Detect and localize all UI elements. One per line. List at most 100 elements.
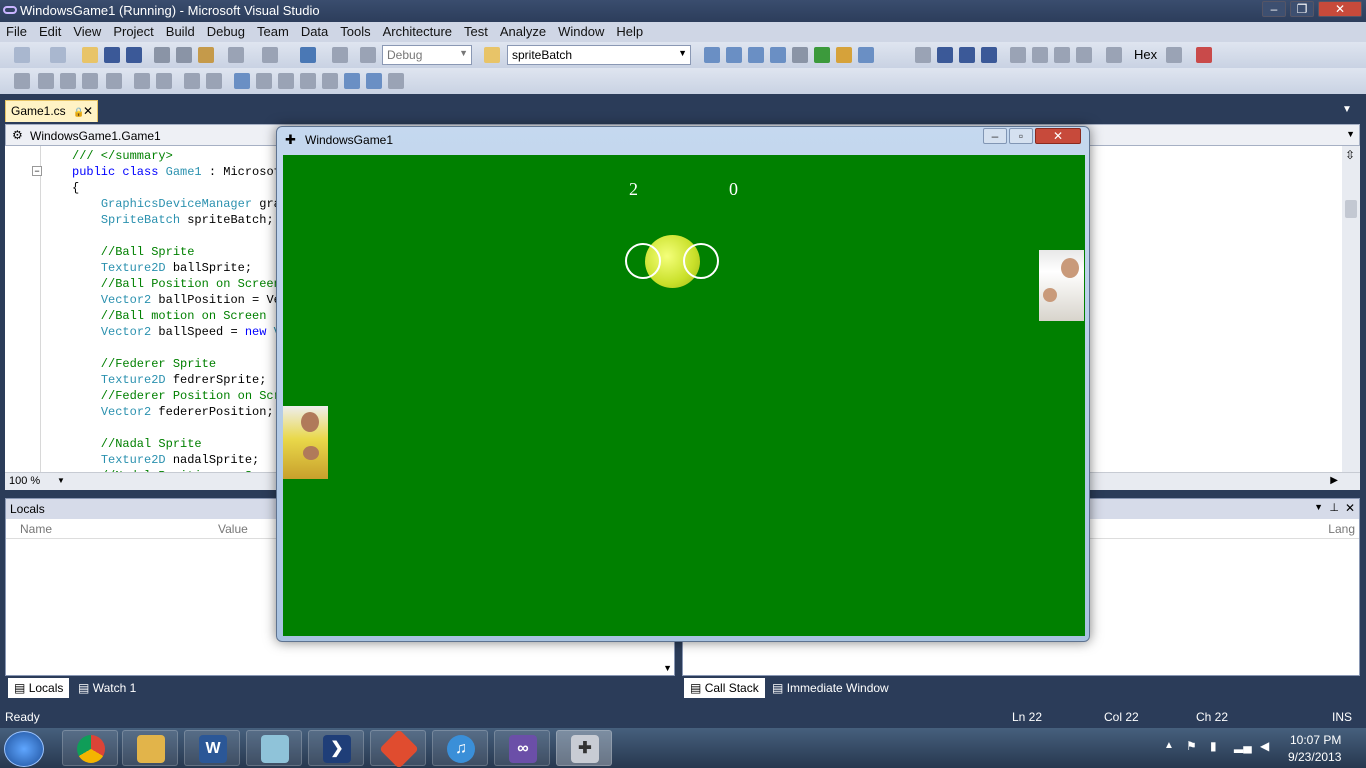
menu-test[interactable]: Test	[458, 22, 494, 41]
navigate-forward-icon[interactable]	[332, 47, 348, 63]
game-close-button[interactable]: ✕	[1035, 128, 1081, 144]
taskbar-itunes[interactable]: ♫	[432, 730, 488, 766]
command-window-icon[interactable]	[858, 47, 874, 63]
column-lang[interactable]: Lang	[1328, 522, 1355, 536]
uncomment-icon[interactable]	[206, 73, 222, 89]
maximize-button[interactable]: ❐	[1290, 1, 1314, 17]
breakpoints-icon[interactable]	[1166, 47, 1182, 63]
column-value[interactable]: Value	[218, 522, 248, 536]
menu-help[interactable]: Help	[610, 22, 649, 41]
menu-data[interactable]: Data	[295, 22, 334, 41]
new-project-icon[interactable]	[14, 47, 30, 63]
properties-icon[interactable]	[726, 47, 742, 63]
start-debugging-icon[interactable]	[360, 47, 376, 63]
taskbar-chrome[interactable]	[62, 730, 118, 766]
quickwatch-icon[interactable]	[1106, 47, 1122, 63]
taskbar-game[interactable]: ✚	[556, 730, 612, 766]
clock-time[interactable]: 10:07 PM	[1290, 733, 1341, 747]
comment-out-icon[interactable]	[184, 73, 200, 89]
increase-indent-icon[interactable]	[156, 73, 172, 89]
game-minimize-button[interactable]: –	[983, 128, 1007, 144]
next-bookmark-document-icon[interactable]	[366, 73, 382, 89]
extension-manager-icon[interactable]	[836, 47, 852, 63]
close-panel-icon[interactable]: ✕	[1345, 501, 1355, 515]
collapse-region-icon[interactable]: −	[32, 166, 42, 176]
zoom-dropdown-icon[interactable]: ▼	[57, 476, 65, 485]
restart-icon[interactable]	[981, 47, 997, 63]
solution-configuration-dropdown[interactable]: Debug ▼	[382, 45, 472, 65]
taskbar-app[interactable]	[246, 730, 302, 766]
output-window-icon[interactable]	[1196, 47, 1212, 63]
taskbar-visual-studio[interactable]: ∞	[494, 730, 550, 766]
taskbar-explorer[interactable]	[122, 730, 178, 766]
tab-call-stack[interactable]: ▤ Call Stack	[684, 678, 765, 698]
zoom-level[interactable]: 100 %	[9, 475, 40, 487]
add-item-icon[interactable]	[50, 47, 66, 63]
cut-icon[interactable]	[154, 47, 170, 63]
menu-architecture[interactable]: Architecture	[377, 22, 458, 41]
toolbox-icon[interactable]	[770, 47, 786, 63]
save-all-icon[interactable]	[126, 47, 142, 63]
step-into-icon[interactable]	[1032, 47, 1048, 63]
save-icon[interactable]	[104, 47, 120, 63]
bookmark-icon[interactable]	[106, 73, 122, 89]
step-out-icon[interactable]	[1076, 47, 1092, 63]
column-name[interactable]: Name	[20, 522, 52, 536]
network-icon[interactable]: ▂▄	[1234, 739, 1252, 753]
scroll-down-icon[interactable]: ▼	[663, 663, 672, 673]
undo-icon[interactable]	[228, 47, 244, 63]
menu-window[interactable]: Window	[552, 22, 610, 41]
solution-explorer-icon[interactable]	[704, 47, 720, 63]
word-completion-icon[interactable]	[82, 73, 98, 89]
tools-icon[interactable]	[792, 47, 808, 63]
close-button[interactable]: ✕	[1318, 1, 1362, 17]
menu-project[interactable]: Project	[107, 22, 159, 41]
decrease-indent-icon[interactable]	[134, 73, 150, 89]
taskbar-word[interactable]: W	[184, 730, 240, 766]
show-next-statement-icon[interactable]	[1010, 47, 1026, 63]
parameter-info-icon[interactable]	[38, 73, 54, 89]
split-icon[interactable]: ⇳	[1345, 148, 1355, 162]
previous-bookmark-document-icon[interactable]	[344, 73, 360, 89]
object-browser-icon[interactable]	[748, 47, 764, 63]
previous-bookmark-folder-icon[interactable]	[300, 73, 316, 89]
find-combo[interactable]: spriteBatch ▼	[507, 45, 691, 65]
hex-button[interactable]: Hex	[1134, 47, 1157, 62]
clock-date[interactable]: 9/23/2013	[1288, 750, 1341, 764]
break-all-icon[interactable]	[937, 47, 953, 63]
tab-dropdown-icon[interactable]: ▼	[1342, 104, 1352, 115]
panel-options-icon[interactable]: ▼	[1314, 502, 1323, 512]
show-hidden-icons[interactable]: ▲	[1164, 740, 1174, 751]
start-page-icon[interactable]	[814, 47, 830, 63]
tab-locals[interactable]: ▤ Locals	[8, 678, 70, 698]
menu-team[interactable]: Team	[251, 22, 295, 41]
pin-icon[interactable]: ⊥	[1329, 501, 1339, 514]
continue-icon[interactable]	[915, 47, 931, 63]
tab-immediate-window[interactable]: ▤ Immediate Window	[766, 678, 895, 698]
stop-debugging-icon[interactable]	[959, 47, 975, 63]
game-maximize-button[interactable]: ▫	[1009, 128, 1033, 144]
menu-file[interactable]: File	[0, 22, 33, 41]
scroll-right-icon[interactable]: ▶	[1330, 475, 1338, 486]
previous-bookmark-icon[interactable]	[256, 73, 272, 89]
menu-debug[interactable]: Debug	[201, 22, 251, 41]
tab-game1-cs[interactable]: Game1.cs 🔒 ✕	[5, 100, 98, 122]
menu-view[interactable]: View	[67, 22, 107, 41]
volume-icon[interactable]: ◀	[1260, 739, 1269, 753]
menu-analyze[interactable]: Analyze	[494, 22, 552, 41]
open-folder-icon[interactable]	[82, 47, 98, 63]
battery-icon[interactable]: ▮	[1210, 739, 1217, 753]
clear-bookmarks-icon[interactable]	[388, 73, 404, 89]
start-button[interactable]	[4, 731, 44, 767]
flag-icon[interactable]: ⚑	[1186, 739, 1197, 753]
taskbar-git[interactable]	[370, 729, 426, 768]
close-tab-icon[interactable]: ✕	[83, 104, 93, 118]
menu-edit[interactable]: Edit	[33, 22, 67, 41]
editor-vertical-scrollbar[interactable]: ⇳	[1342, 146, 1360, 472]
display-object-member-list-icon[interactable]	[14, 73, 30, 89]
minimize-button[interactable]: –	[1262, 1, 1286, 17]
scrollbar-thumb[interactable]	[1345, 200, 1357, 218]
member-dropdown-icon[interactable]: ▼	[1346, 129, 1355, 139]
menu-tools[interactable]: Tools	[334, 22, 376, 41]
tab-watch-1[interactable]: ▤ Watch 1	[72, 678, 142, 698]
